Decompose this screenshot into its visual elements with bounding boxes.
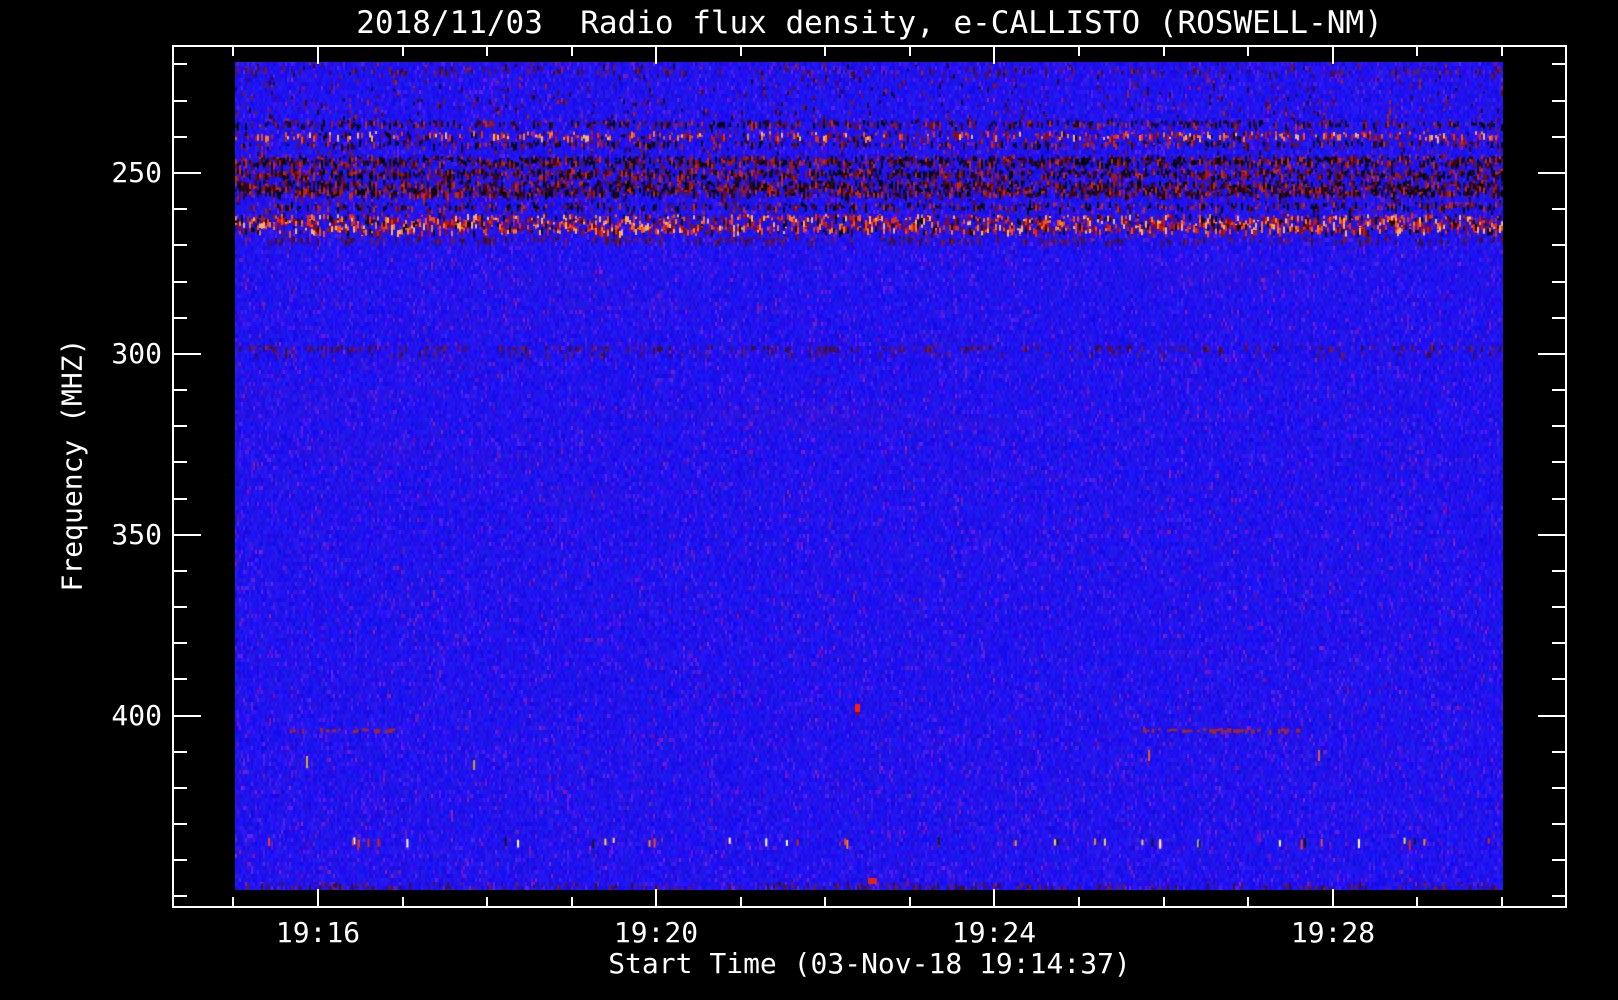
y-tick-right [1552, 570, 1565, 572]
y-tick [174, 823, 187, 825]
x-tick-label: 19:28 [1290, 916, 1376, 949]
x-tick-top [1416, 47, 1418, 56]
x-axis-title: Start Time (03-Nov-18 19:14:37) [608, 947, 1131, 980]
y-tick-right [1552, 895, 1565, 897]
y-tick-right [1552, 281, 1565, 283]
y-tick [174, 63, 187, 65]
x-tick [486, 897, 488, 906]
x-tick [1332, 889, 1334, 906]
y-tick [174, 281, 187, 283]
x-tick-label: 19:24 [951, 916, 1037, 949]
y-tick [174, 425, 187, 427]
y-tick [174, 787, 187, 789]
y-tick [174, 606, 187, 608]
callisto-spectrogram-page: 2018/11/03 Radio flux density, e-CALLIST… [0, 0, 1618, 1000]
x-tick-top [571, 47, 573, 56]
y-tick-right [1552, 787, 1565, 789]
x-tick-top [909, 47, 911, 56]
x-tick [571, 897, 573, 906]
page-title: 2018/11/03 Radio flux density, e-CALLIST… [356, 5, 1383, 41]
y-tick-right [1552, 642, 1565, 644]
y-tick [174, 570, 187, 572]
y-tick-right [1538, 715, 1565, 717]
x-tick-top [402, 47, 404, 56]
x-tick [1163, 897, 1165, 906]
y-tick [174, 317, 187, 319]
y-tick [174, 678, 187, 680]
x-tick-top [655, 47, 657, 64]
y-tick-right [1538, 353, 1565, 355]
x-tick [232, 897, 234, 906]
x-tick [402, 897, 404, 906]
x-tick-top [317, 47, 319, 64]
y-tick [174, 534, 201, 536]
x-tick-top [232, 47, 234, 56]
y-tick [174, 136, 187, 138]
y-tick [174, 353, 201, 355]
x-tick [909, 897, 911, 906]
y-axis-title: Frequency (MHZ) [55, 338, 89, 592]
y-tick [174, 895, 187, 897]
y-tick [174, 751, 187, 753]
y-tick [174, 498, 187, 500]
y-tick-right [1552, 317, 1565, 319]
y-tick [174, 859, 187, 861]
x-tick [740, 897, 742, 906]
y-tick-label: 350 [111, 518, 162, 551]
x-tick-top [1247, 47, 1249, 56]
y-tick-right [1552, 606, 1565, 608]
y-tick-right [1552, 100, 1565, 102]
y-tick-right [1552, 136, 1565, 138]
y-tick [174, 461, 187, 463]
y-tick [174, 172, 201, 174]
y-tick-right [1552, 859, 1565, 861]
x-tick-top [824, 47, 826, 56]
y-tick-right [1552, 498, 1565, 500]
x-tick [1416, 897, 1418, 906]
y-tick-right [1538, 172, 1565, 174]
x-tick-top [1078, 47, 1080, 56]
x-tick [655, 889, 657, 906]
x-tick [993, 889, 995, 906]
x-tick-top [993, 47, 995, 64]
y-tick-right [1552, 63, 1565, 65]
x-tick [1247, 897, 1249, 906]
y-tick-right [1552, 751, 1565, 753]
x-tick-top [486, 47, 488, 56]
x-tick [1078, 897, 1080, 906]
x-tick-top [1332, 47, 1334, 64]
spectrogram-canvas [235, 62, 1503, 890]
y-tick-label: 400 [111, 699, 162, 732]
y-tick [174, 100, 187, 102]
y-tick-right [1552, 244, 1565, 246]
y-tick-right [1552, 461, 1565, 463]
y-tick [174, 244, 187, 246]
y-tick-right [1552, 425, 1565, 427]
x-tick-label: 19:20 [613, 916, 699, 949]
y-tick-right [1538, 534, 1565, 536]
x-tick [1501, 897, 1503, 906]
y-tick [174, 389, 187, 391]
x-tick-top [740, 47, 742, 56]
y-tick-right [1552, 678, 1565, 680]
y-tick-right [1552, 208, 1565, 210]
y-tick-right [1552, 389, 1565, 391]
y-tick-label: 250 [111, 156, 162, 189]
y-tick [174, 208, 187, 210]
x-tick [317, 889, 319, 906]
x-tick [824, 897, 826, 906]
y-tick-right [1552, 823, 1565, 825]
x-tick-label: 19:16 [275, 916, 361, 949]
y-tick [174, 642, 187, 644]
y-tick-label: 300 [111, 337, 162, 370]
x-tick-top [1163, 47, 1165, 56]
x-tick-top [1501, 47, 1503, 56]
y-tick [174, 715, 201, 717]
